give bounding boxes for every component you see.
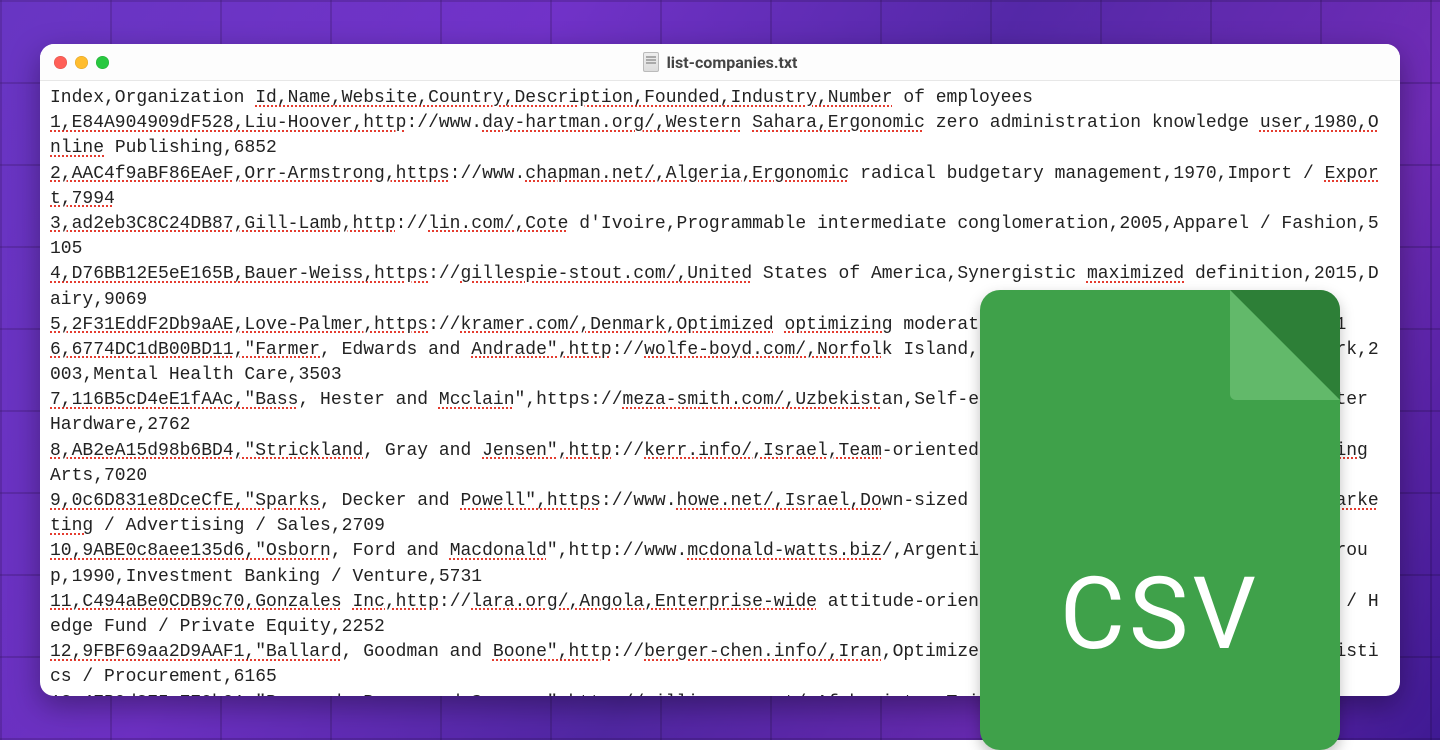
csv-label: CSV [1060, 565, 1260, 665]
document-icon [643, 52, 659, 72]
window-title-text: list-companies.txt [667, 53, 798, 72]
window-titlebar: list-companies.txt [40, 44, 1400, 81]
window-title: list-companies.txt [40, 52, 1400, 72]
csv-file-icon: CSV [980, 290, 1340, 750]
